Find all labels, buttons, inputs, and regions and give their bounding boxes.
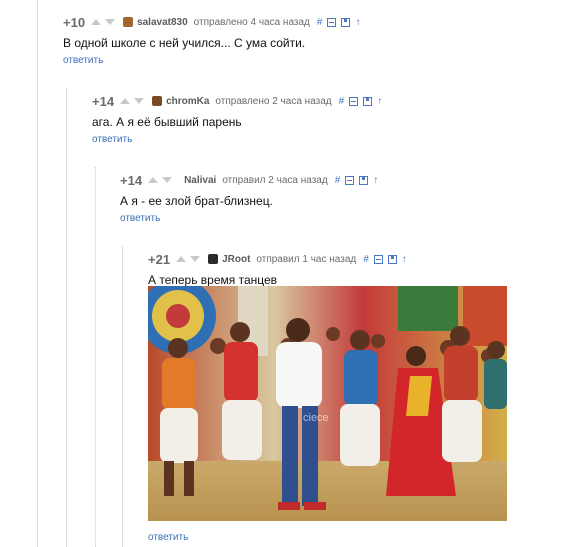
parent-arrow-icon[interactable]: ↑ — [373, 175, 378, 186]
permalink-icon[interactable]: # — [363, 254, 369, 265]
thread-line — [122, 246, 123, 547]
username[interactable]: JRoot — [222, 254, 250, 265]
avatar[interactable] — [152, 96, 163, 106]
collapse-icon[interactable] — [327, 17, 337, 27]
comment-text: В одной школе с ней учился... С ума сойт… — [63, 36, 306, 50]
thread-line — [37, 0, 38, 547]
downvote-icon[interactable] — [134, 98, 145, 104]
comment: +10 salavat830 отправлено 4 часа назад #… — [63, 14, 360, 68]
upvote-icon[interactable] — [91, 19, 102, 25]
timestamp: отправлено 2 часа назад — [215, 95, 332, 107]
reply-link[interactable]: ответить — [92, 134, 132, 145]
timestamp: отправил 2 часа назад — [222, 174, 328, 186]
upvote-icon[interactable] — [148, 177, 159, 183]
rating: +14 — [120, 172, 143, 188]
comment-header: +14 Nalivai отправил 2 часа назад # ↑ — [120, 172, 378, 188]
parent-arrow-icon[interactable]: ↑ — [377, 96, 382, 107]
username[interactable]: Nalivai — [184, 175, 216, 186]
save-icon[interactable] — [387, 254, 397, 264]
comment: +14 Nalivai отправил 2 часа назад # ↑ А … — [120, 172, 378, 226]
parent-arrow-icon[interactable]: ↑ — [355, 17, 360, 28]
reply-link[interactable]: ответить — [120, 213, 160, 224]
permalink-icon[interactable]: # — [339, 96, 345, 107]
collapse-icon[interactable] — [349, 96, 359, 106]
reply-link[interactable]: ответить — [148, 532, 188, 543]
collapse-icon[interactable] — [373, 254, 383, 264]
comment: +21 JRoot отправил 1 час назад # ↑ А теп… — [148, 251, 407, 288]
comment-header: +21 JRoot отправил 1 час назад # ↑ — [148, 251, 407, 267]
dance-photo[interactable]: ciece — [148, 286, 507, 521]
downvote-icon[interactable] — [190, 256, 201, 262]
rating: +10 — [63, 14, 86, 30]
thread-line — [95, 167, 96, 547]
comment: +14 chromKa отправлено 2 часа назад # ↑ … — [92, 93, 382, 147]
username[interactable]: salavat830 — [137, 17, 188, 28]
comment-text: А я - ее злой брат-близнец. — [120, 194, 273, 208]
username[interactable]: chromKa — [166, 96, 209, 107]
comment-text: ага. А я её бывший парень — [92, 115, 242, 129]
save-icon[interactable] — [363, 96, 373, 106]
downvote-icon[interactable] — [162, 177, 173, 183]
avatar[interactable] — [208, 254, 219, 264]
upvote-icon[interactable] — [120, 98, 131, 104]
photo-watermark: ciece — [303, 412, 329, 424]
timestamp: отправил 1 час назад — [256, 253, 357, 265]
downvote-icon[interactable] — [105, 19, 116, 25]
timestamp: отправлено 4 часа назад — [193, 16, 310, 28]
rating: +14 — [92, 93, 115, 109]
parent-arrow-icon[interactable]: ↑ — [402, 254, 407, 265]
permalink-icon[interactable]: # — [335, 175, 341, 186]
thread-line — [66, 88, 67, 547]
permalink-icon[interactable]: # — [317, 17, 323, 28]
upvote-icon[interactable] — [176, 256, 187, 262]
comment-header: +14 chromKa отправлено 2 часа назад # ↑ — [92, 93, 382, 109]
save-icon[interactable] — [341, 17, 351, 27]
avatar[interactable] — [123, 17, 134, 27]
comment-header: +10 salavat830 отправлено 4 часа назад #… — [63, 14, 360, 30]
rating: +21 — [148, 251, 171, 267]
save-icon[interactable] — [359, 175, 369, 185]
collapse-icon[interactable] — [345, 175, 355, 185]
reply-link[interactable]: ответить — [63, 55, 103, 66]
comment-text: А теперь время танцев — [148, 273, 278, 287]
